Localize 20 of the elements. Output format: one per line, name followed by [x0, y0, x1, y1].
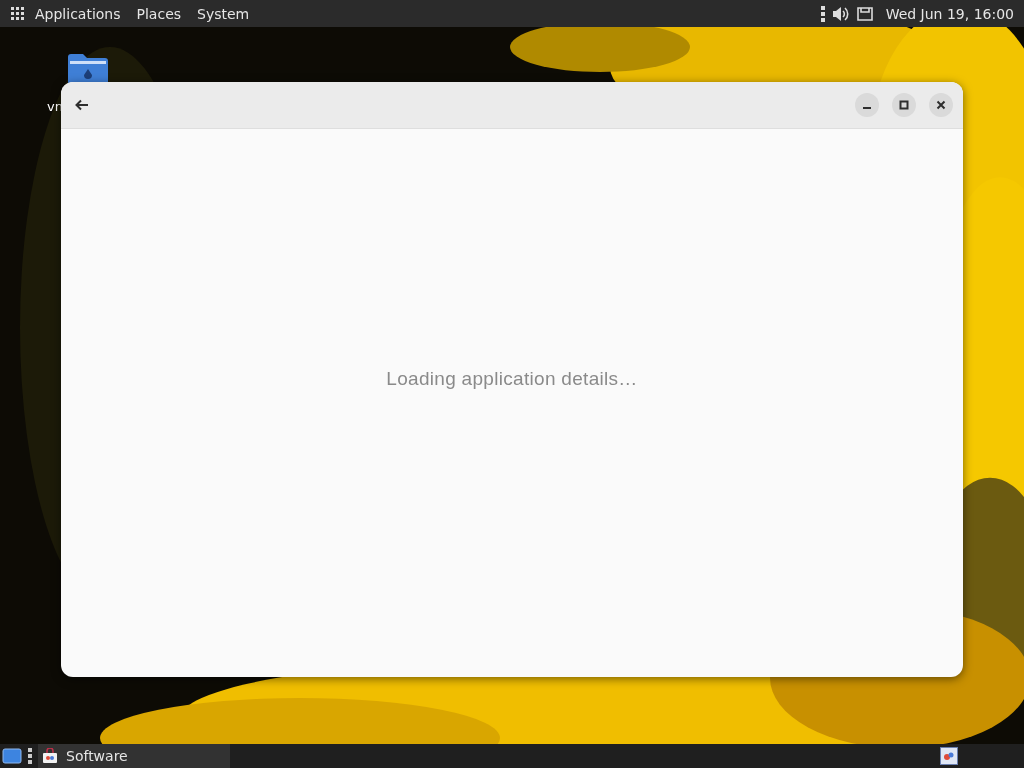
- menu-item[interactable]: Applications: [35, 5, 121, 22]
- desktop-icon[interactable]: [2, 748, 22, 764]
- shopping-bag-icon: [42, 748, 58, 764]
- app-grid-icon[interactable]: [11, 6, 25, 21]
- menu-item[interactable]: Places: [136, 5, 182, 22]
- back-arrow-icon: [75, 99, 89, 111]
- more-icon[interactable]: [820, 5, 825, 22]
- clock[interactable]: Wed Jun 19, 16:00: [885, 5, 1014, 22]
- loading-message: Loading application details…: [386, 368, 638, 390]
- close-button[interactable]: [929, 93, 953, 117]
- maximize-button[interactable]: [892, 93, 916, 117]
- minus-icon: [863, 107, 871, 109]
- task-button[interactable]: Software: [38, 744, 230, 768]
- square-icon: [899, 100, 909, 110]
- menu-item[interactable]: System: [197, 5, 250, 22]
- workspace-icon[interactable]: [940, 747, 958, 765]
- handle-icon[interactable]: [28, 748, 32, 764]
- minimize-button[interactable]: [855, 93, 879, 117]
- volume-icon[interactable]: [831, 5, 850, 22]
- close-icon: [936, 100, 946, 110]
